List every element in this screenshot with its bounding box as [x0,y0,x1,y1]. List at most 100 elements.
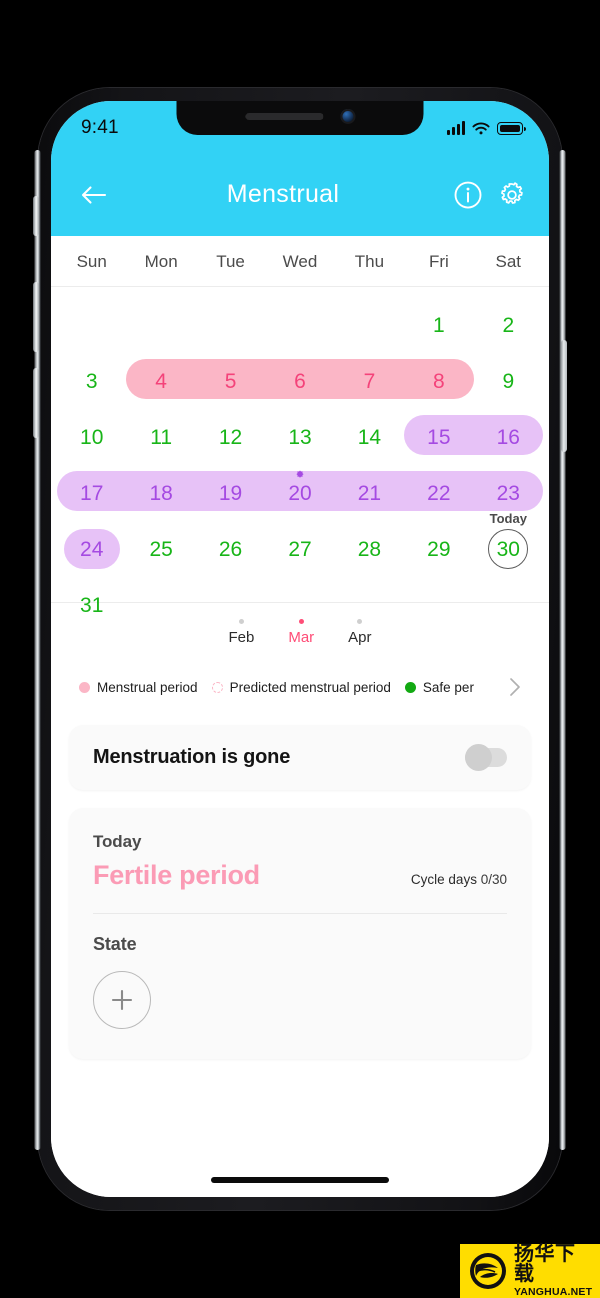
calendar-week-row: 3456789 [57,353,543,409]
calendar-day-26[interactable]: 26 [196,539,265,560]
calendar-day-13[interactable]: 13 [265,427,334,448]
weekday-sat: Sat [495,252,522,271]
month-name: Feb [228,628,255,646]
legend-dot-predicted-icon [211,681,223,693]
calendar-day-11[interactable]: 11 [126,427,195,448]
legend-item-safe[interactable]: Safe per [404,679,474,695]
weekday-tue: Tue [216,252,245,271]
weekday-wed: Wed [282,252,318,271]
calendar-day-23[interactable]: 23 [474,483,543,504]
phone-screen: 9:41 Menstrual Sun Mon Tue Wed Thu Fri S… [51,101,549,1197]
status-bar-icons [447,119,526,136]
card-divider [93,913,507,914]
gear-icon[interactable] [497,180,527,210]
calendar-week-row: 17 18 19 20 21 22 23 [57,465,543,521]
legend-item-predicted[interactable]: Predicted menstrual period [211,679,391,695]
ovulation-flower-icon [296,469,304,478]
calendar-day-17[interactable]: 17 [57,483,126,504]
calendar-day-5[interactable]: 5 [196,371,265,392]
calendar-week-row: 10 11 12 13 14 15 16 [57,409,543,465]
calendar-day-7[interactable]: 7 [335,371,404,392]
calendar-day-21[interactable]: 21 [335,483,404,504]
chevron-right-icon[interactable] [507,675,523,699]
phone-right-rail [559,150,566,1150]
volume-up-button[interactable] [33,282,39,352]
calendar-day-8[interactable]: 8 [404,371,473,392]
month-dot-icon [357,618,363,624]
main-content: Menstruation is gone Today Fertile perio… [51,713,549,1197]
home-indicator[interactable] [211,1177,389,1183]
month-item-mar[interactable]: Mar [288,618,314,646]
phone-notch [176,101,424,135]
calendar-week-row: 12 [57,297,543,353]
month-dot-icon [298,618,304,624]
calendar-day-28[interactable]: 28 [335,539,404,560]
app-header: Menstrual [51,153,549,236]
legend-label-menstrual: Menstrual period [97,679,198,695]
calendar-day-25[interactable]: 25 [126,539,195,560]
watermark-cn: 扬华下载 [514,1243,576,1286]
month-item-apr[interactable]: Apr [348,618,372,646]
add-state-button[interactable] [93,971,151,1029]
cycle-days-label: Cycle days [410,872,477,887]
month-name: Apr [348,628,372,646]
mute-switch-button[interactable] [33,196,39,236]
signal-bars-icon [447,121,465,135]
month-item-feb[interactable]: Feb [228,618,255,646]
today-label: Today [93,832,142,851]
legend-item-menstrual[interactable]: Menstrual period [79,680,198,695]
calendar-day-10[interactable]: 10 [57,427,126,448]
calendar-day-9[interactable]: 9 [474,371,543,392]
calendar: Sun Mon Tue Wed Thu Fri Sat 1 2 3 4 5 6 7 8 9 10 1… [51,236,549,637]
header-actions [453,180,527,210]
watermark: 扬华下载 YANGHUA.NET [460,1244,600,1298]
calendar-day-22[interactable]: 22 [404,483,473,504]
calendar-day-3[interactable]: 3 [57,371,126,392]
legend-label-safe: Safe per [422,679,474,695]
menstruation-gone-label: Menstruation is gone [93,746,291,768]
page-title: Menstrual [226,180,340,208]
calendar-day-6[interactable]: 6 [265,371,334,392]
toggle-knob [465,744,492,771]
calendar-day-16[interactable]: 16 [474,427,543,448]
back-arrow-icon [81,185,106,204]
weekday-fri: Fri [428,252,449,271]
calendar-day-4[interactable]: 4 [126,371,195,392]
calendar-day-31[interactable]: 31 [57,595,126,616]
calendar-weekday-row: Sun Mon Tue Wed Thu Fri Sat [51,236,549,287]
state-label: State [93,934,137,954]
calendar-day-18[interactable]: 18 [126,483,195,504]
menstruation-gone-toggle[interactable] [465,744,507,771]
menstruation-gone-card: Menstruation is gone [69,725,531,790]
cycle-days-value: 0/30 [480,872,507,887]
power-button[interactable] [561,340,567,452]
calendar-day-1[interactable]: 1 [404,315,473,336]
speaker-grille [245,113,323,120]
cycle-status-row: Fertile period Cycle days 0/30 [93,860,507,891]
legend-label-predicted: Predicted menstrual period [229,679,391,695]
calendar-day-grid: 1 2 3 4 5 6 7 8 9 10 11 12 13 14 15 16 17 18 19 20 21 22 23 24 2… [51,287,549,637]
calendar-day-27[interactable]: 27 [265,539,334,560]
status-bar-time: 9:41 [81,117,119,138]
back-button[interactable] [73,175,113,215]
calendar-day-2[interactable]: 2 [474,315,543,336]
weekday-mon: Mon [144,252,178,271]
calendar-day-30[interactable]: Today 30 [474,512,543,569]
cycle-phase-name: Fertile period [93,860,260,890]
calendar-day-12[interactable]: 12 [196,427,265,448]
calendar-day-29[interactable]: 29 [404,539,473,560]
plus-icon [111,989,133,1011]
calendar-day-24[interactable]: 24 [57,529,126,569]
calendar-day-14[interactable]: 14 [335,427,404,448]
volume-down-button[interactable] [33,368,39,438]
wifi-icon [472,122,490,134]
calendar-day-20[interactable]: 20 [265,469,334,504]
cycle-status-card: Today Fertile period Cycle days 0/30 Sta… [69,808,531,1059]
globe-logo-icon [470,1253,506,1289]
calendar-day-pill: 24 [63,529,120,569]
watermark-en: YANGHUA.NET [514,1286,593,1298]
calendar-day-15[interactable]: 15 [404,427,473,448]
info-circle-icon[interactable] [453,180,483,210]
calendar-day-19[interactable]: 19 [196,483,265,504]
legend-dot-safe-icon [404,681,416,693]
